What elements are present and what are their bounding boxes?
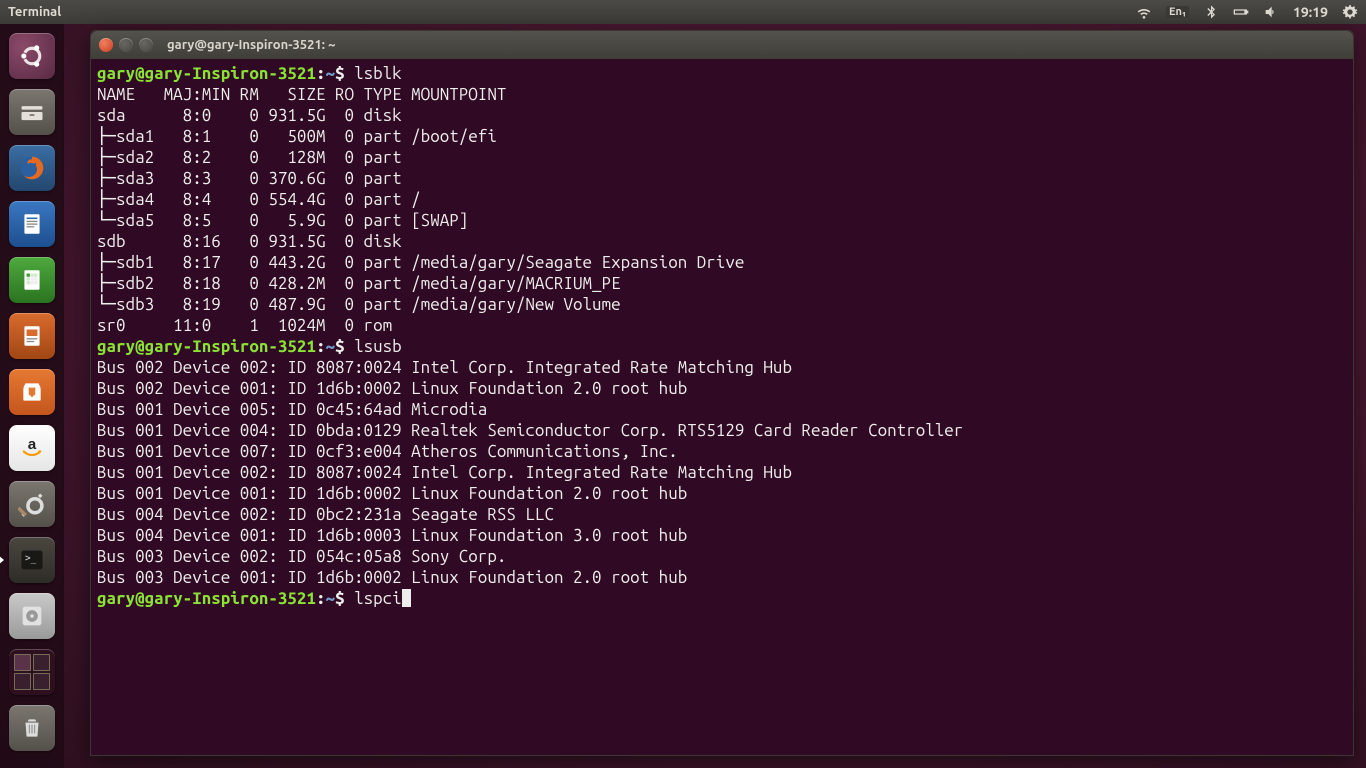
launcher-writer[interactable] <box>6 198 58 250</box>
launcher-workspace[interactable] <box>6 646 58 698</box>
window-maximize-button[interactable] <box>139 38 153 52</box>
top-menu-bar: Terminal En₁ 19:19 <box>0 0 1366 24</box>
launcher-settings[interactable] <box>6 478 58 530</box>
bluetooth-icon[interactable] <box>1203 4 1219 20</box>
launcher-software[interactable] <box>6 366 58 418</box>
launcher-files[interactable] <box>6 86 58 138</box>
launcher-impress[interactable] <box>6 310 58 362</box>
launcher-firefox[interactable] <box>6 142 58 194</box>
window-close-button[interactable] <box>99 38 113 52</box>
launcher-calc[interactable] <box>6 254 58 306</box>
window-minimize-button[interactable] <box>119 38 133 52</box>
window-titlebar[interactable]: gary@gary-Inspiron-3521: ~ <box>91 31 1353 59</box>
launcher-trash[interactable] <box>6 702 58 754</box>
wifi-icon[interactable] <box>1136 4 1152 20</box>
battery-icon[interactable] <box>1233 4 1249 20</box>
system-tray: En₁ 19:19 <box>1136 4 1358 20</box>
svg-text:a: a <box>28 436 37 453</box>
window-title: gary@gary-Inspiron-3521: ~ <box>167 38 335 52</box>
app-title: Terminal <box>8 5 61 19</box>
svg-text:>_: >_ <box>25 553 37 564</box>
launcher-amazon[interactable]: a <box>6 422 58 474</box>
gear-icon[interactable] <box>1342 4 1358 20</box>
terminal-window: gary@gary-Inspiron-3521: ~ gary@gary-Ins… <box>90 30 1354 756</box>
language-indicator[interactable]: En₁ <box>1166 6 1189 18</box>
volume-icon[interactable] <box>1263 4 1279 20</box>
terminal-body[interactable]: gary@gary-Inspiron-3521:~$ lsblk NAME MA… <box>91 59 1353 755</box>
clock[interactable]: 19:19 <box>1293 4 1328 20</box>
launcher-disks[interactable] <box>6 590 58 642</box>
launcher-terminal[interactable]: >_ <box>6 534 58 586</box>
launcher-dash[interactable] <box>6 30 58 82</box>
unity-launcher: a >_ <box>0 24 64 768</box>
